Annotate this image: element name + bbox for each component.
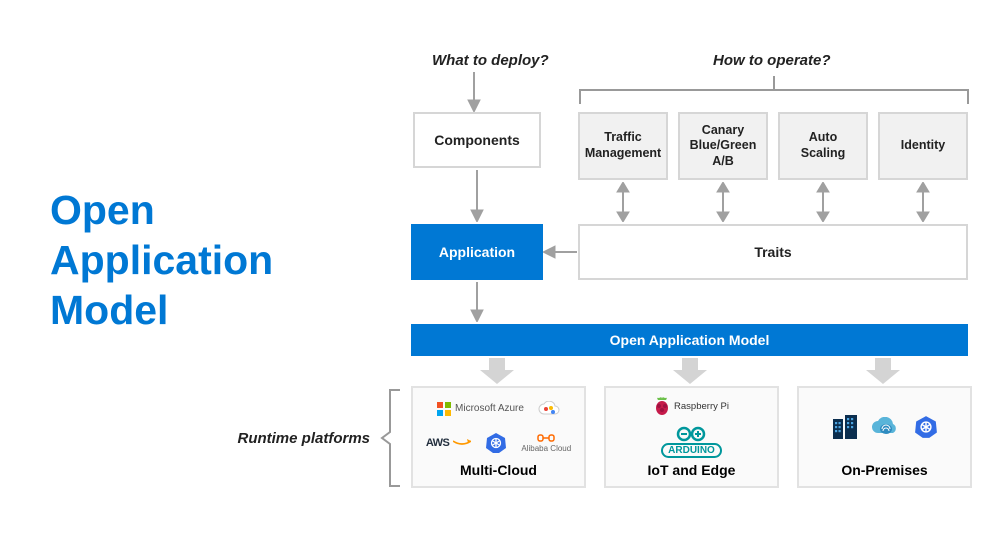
aws-label: AWS: [426, 437, 450, 449]
arrow-trait-canary: [716, 182, 730, 222]
azure-label: Microsoft Azure: [455, 403, 524, 414]
arrow-trait-autoscale: [816, 182, 830, 222]
kubernetes-icon: [485, 432, 507, 454]
platform-onprem-label: On-Premises: [841, 462, 927, 478]
diagram-title: Open Application Model: [50, 185, 273, 335]
node-application: Application: [411, 224, 543, 280]
oam-bar-label: Open Application Model: [610, 332, 770, 348]
platform-on-premises: On-Premises: [797, 386, 972, 488]
trait-canary: Canary Blue/Green A/B: [678, 112, 768, 180]
title-line3: Model: [50, 287, 168, 333]
arduino-label: ARDUINO: [661, 443, 722, 458]
aws-icon: AWS: [426, 437, 472, 449]
node-components: Components: [413, 112, 541, 168]
server-icon: [872, 417, 900, 437]
operate-bracket: [578, 74, 970, 106]
alibaba-icon: Alibaba Cloud: [521, 432, 571, 453]
trait-identity-label: Identity: [901, 138, 945, 154]
kubernetes-onprem-icon: [914, 415, 938, 439]
arrow-trait-traffic: [616, 182, 630, 222]
raspberrypi-icon: Raspberry Pi: [654, 396, 729, 416]
onprem-vendors: [822, 388, 948, 462]
fat-arrow-to-multicloud: [480, 358, 514, 384]
platform-multi-cloud-label: Multi-Cloud: [460, 462, 537, 478]
node-components-label: Components: [434, 132, 520, 148]
platform-multi-cloud: Microsoft Azure AWS Alibaba Cloud Multi-…: [411, 386, 586, 488]
node-application-label: Application: [439, 244, 515, 260]
arrow-components-to-application: [470, 170, 484, 222]
trait-autoscale-label: Auto Scaling: [786, 130, 860, 161]
iot-vendors: Raspberry Pi ARDUINO: [606, 388, 777, 462]
gcp-icon: [538, 401, 560, 417]
trait-canary-label: Canary Blue/Green A/B: [686, 123, 760, 170]
multi-cloud-vendors: Microsoft Azure AWS Alibaba Cloud: [413, 388, 584, 462]
alibaba-label: Alibaba Cloud: [521, 444, 571, 453]
node-traits-label: Traits: [754, 244, 791, 260]
label-what-to-deploy: What to deploy?: [432, 52, 549, 69]
platform-iot-label: IoT and Edge: [648, 462, 736, 478]
node-traits: Traits: [578, 224, 968, 280]
trait-autoscaling: Auto Scaling: [778, 112, 868, 180]
runtime-bracket: [380, 388, 402, 488]
datacenter-icon: [832, 415, 858, 439]
arrow-deploy-to-components: [467, 72, 481, 112]
label-how-to-operate: How to operate?: [713, 52, 831, 69]
trait-traffic-label: Traffic Management: [585, 130, 661, 161]
raspberrypi-label: Raspberry Pi: [674, 401, 729, 412]
fat-arrow-to-onprem: [866, 358, 900, 384]
trait-traffic-management: Traffic Management: [578, 112, 668, 180]
title-line1: Open: [50, 187, 155, 233]
arduino-icon: ARDUINO: [661, 426, 722, 458]
platform-iot-edge: Raspberry Pi ARDUINO IoT and Edge: [604, 386, 779, 488]
title-line2: Application: [50, 237, 273, 283]
trait-identity: Identity: [878, 112, 968, 180]
azure-icon: Microsoft Azure: [437, 402, 524, 416]
fat-arrow-to-iot: [673, 358, 707, 384]
arrow-application-to-oam: [470, 282, 484, 322]
node-open-application-model: Open Application Model: [411, 324, 968, 356]
arrow-traits-to-application: [543, 245, 577, 259]
label-runtime-platforms: Runtime platforms: [200, 430, 370, 447]
arrow-trait-identity: [916, 182, 930, 222]
